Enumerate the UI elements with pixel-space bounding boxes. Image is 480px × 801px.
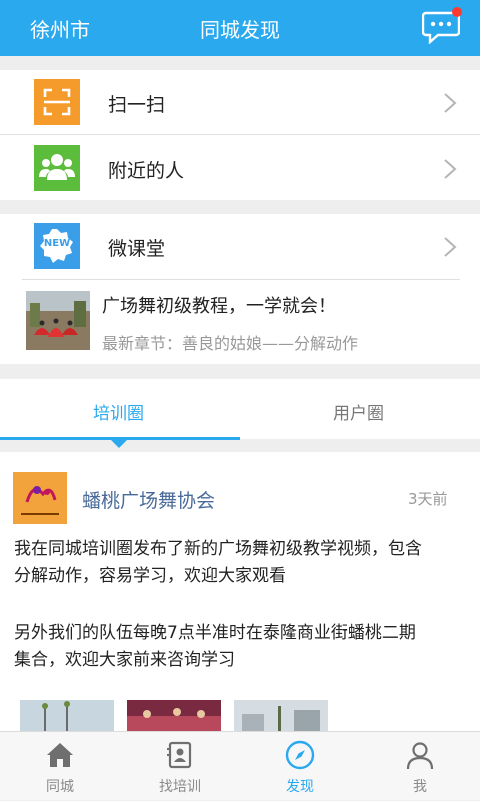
page-title: 同城发现	[200, 18, 280, 42]
divider	[22, 279, 460, 280]
new-badge-icon: NEW	[34, 223, 80, 269]
menu-label: 扫一扫	[108, 94, 166, 116]
nav-label: 找培训	[159, 779, 201, 795]
chevron-right-icon	[444, 93, 457, 113]
home-icon	[47, 743, 73, 767]
user-icon	[406, 742, 434, 770]
post-text-line: 集合，欢迎大家前来咨询学习	[14, 650, 235, 670]
nav-item-discover[interactable]: 发现	[240, 732, 360, 801]
training-icon	[167, 741, 192, 769]
post-text-line: 另外我们的队伍每晚7点半准时在泰隆商业街蟠桃二期	[14, 623, 416, 643]
nav-label: 同城	[46, 779, 74, 795]
menu-item-nearby[interactable]: 附近的人	[0, 136, 480, 200]
menu-label: 附近的人	[108, 160, 185, 182]
active-tab-pointer	[110, 439, 128, 448]
post-image[interactable]	[127, 700, 221, 732]
nav-item-me[interactable]: 我	[360, 732, 480, 801]
chevron-right-icon	[444, 237, 457, 257]
tab-training-circle[interactable]: 培训圈	[93, 399, 144, 424]
post-image[interactable]	[20, 700, 114, 732]
avatar[interactable]	[13, 472, 67, 524]
tab-user-circle[interactable]: 用户圈	[333, 399, 384, 424]
post-time: 3天前	[408, 490, 448, 508]
post-image[interactable]	[234, 700, 328, 732]
bottom-nav: 同城 找培训 发现 我	[0, 731, 480, 800]
scan-icon	[34, 79, 80, 125]
course-latest-chapter: 最新章节：善良的姑娘——分解动作	[102, 334, 359, 353]
nav-label: 我	[413, 779, 427, 795]
chevron-right-icon	[444, 159, 457, 179]
post-author[interactable]: 蟠桃广场舞协会	[82, 486, 215, 513]
nav-item-find-training[interactable]: 找培训	[120, 732, 240, 801]
course-title[interactable]: 广场舞初级教程，一学就会！	[102, 292, 336, 318]
post-text-line: 我在同城培训圈发布了新的广场舞初级教学视频，包含	[14, 539, 422, 559]
new-badge-text: NEW	[43, 238, 71, 249]
course-thumbnail[interactable]	[26, 291, 90, 350]
nav-label: 发现	[286, 779, 314, 795]
top-bar: 徐州市 同城发现	[0, 0, 480, 56]
people-icon	[34, 145, 80, 191]
tab-bar: 培训圈 用户圈	[0, 379, 480, 439]
post-text-line: 分解动作，容易学习，欢迎大家观看	[14, 566, 286, 586]
menu-label: 微课堂	[108, 238, 166, 260]
menu-item-scan[interactable]: 扫一扫	[0, 70, 480, 134]
divider	[0, 134, 480, 135]
compass-icon	[285, 740, 315, 770]
nav-item-local[interactable]: 同城	[0, 732, 120, 801]
menu-item-classroom[interactable]: NEW 微课堂	[0, 214, 480, 278]
tools-card: 扫一扫 附近的人	[0, 70, 480, 200]
unread-dot	[452, 7, 462, 17]
